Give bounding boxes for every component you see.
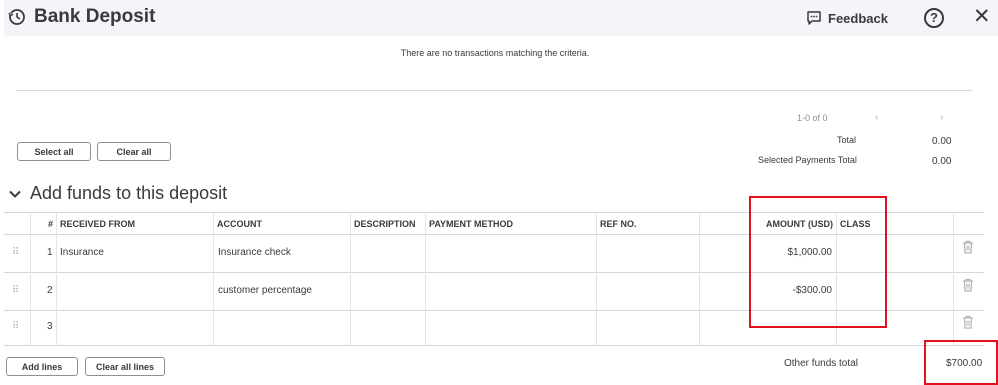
chevron-down-icon [9, 190, 21, 198]
column-divider [56, 212, 57, 346]
history-icon [8, 9, 25, 25]
other-funds-total-label: Other funds total [784, 358, 858, 369]
column-header-account[interactable]: ACCOUNT [217, 219, 262, 229]
column-divider [213, 212, 214, 346]
column-header-ref-no[interactable]: REF NO. [600, 219, 637, 229]
column-header-payment-method[interactable]: PAYMENT METHOD [429, 219, 513, 229]
selected-payments-total-value: 0.00 [932, 156, 952, 167]
add-funds-section-toggle[interactable]: Add funds to this deposit [8, 183, 227, 204]
clear-all-button[interactable]: Clear all [97, 142, 171, 161]
other-funds-total-value: $700.00 [946, 358, 983, 369]
trash-icon[interactable] [962, 278, 974, 292]
column-divider [350, 212, 351, 346]
drag-handle-icon[interactable]: ⠿ [12, 247, 19, 258]
column-divider [953, 212, 954, 346]
table-bottom-border [4, 345, 984, 346]
column-divider [30, 212, 31, 346]
divider [16, 90, 972, 91]
selected-payments-total-label: Selected Payments Total [758, 155, 857, 165]
previous-page-icon[interactable]: ‹ [875, 112, 878, 123]
next-page-icon[interactable]: › [940, 112, 943, 123]
add-lines-button[interactable]: Add lines [6, 357, 78, 376]
amount-class-highlight-box [749, 196, 887, 328]
column-header-num: # [48, 219, 54, 229]
pagination-text: 1-0 of 0 [797, 113, 828, 123]
column-divider [699, 212, 700, 346]
drag-handle-icon[interactable]: ⠿ [12, 321, 19, 332]
row-number: 2 [47, 285, 53, 296]
drag-handle-icon[interactable]: ⠿ [12, 285, 19, 296]
feedback-icon [807, 11, 821, 25]
feedback-button[interactable]: Feedback [806, 8, 888, 28]
section-title: Add funds to this deposit [30, 183, 228, 203]
page-title: Bank Deposit [34, 6, 156, 27]
column-divider [425, 212, 426, 346]
page-header: Bank Deposit Feedback ? ✕ [4, 0, 998, 36]
row-number: 1 [47, 247, 53, 258]
column-header-description[interactable]: DESCRIPTION [354, 219, 416, 229]
total-value: 0.00 [932, 136, 952, 147]
empty-transactions-message: There are no transactions matching the c… [400, 48, 590, 58]
trash-icon[interactable] [962, 315, 974, 329]
clear-all-lines-button[interactable]: Clear all lines [85, 357, 165, 376]
column-header-received-from[interactable]: RECEIVED FROM [60, 219, 135, 229]
trash-icon[interactable] [962, 240, 974, 254]
account-cell[interactable]: Insurance check [218, 247, 291, 258]
feedback-label: Feedback [828, 10, 888, 26]
close-icon[interactable]: ✕ [973, 6, 991, 27]
help-icon[interactable]: ? [924, 8, 944, 28]
total-label: Total [837, 135, 857, 145]
received-from-cell[interactable]: Insurance [60, 247, 104, 258]
row-number: 3 [47, 321, 53, 332]
select-all-button[interactable]: Select all [17, 142, 91, 161]
column-divider [596, 212, 597, 346]
account-cell[interactable]: customer percentage [218, 285, 312, 296]
